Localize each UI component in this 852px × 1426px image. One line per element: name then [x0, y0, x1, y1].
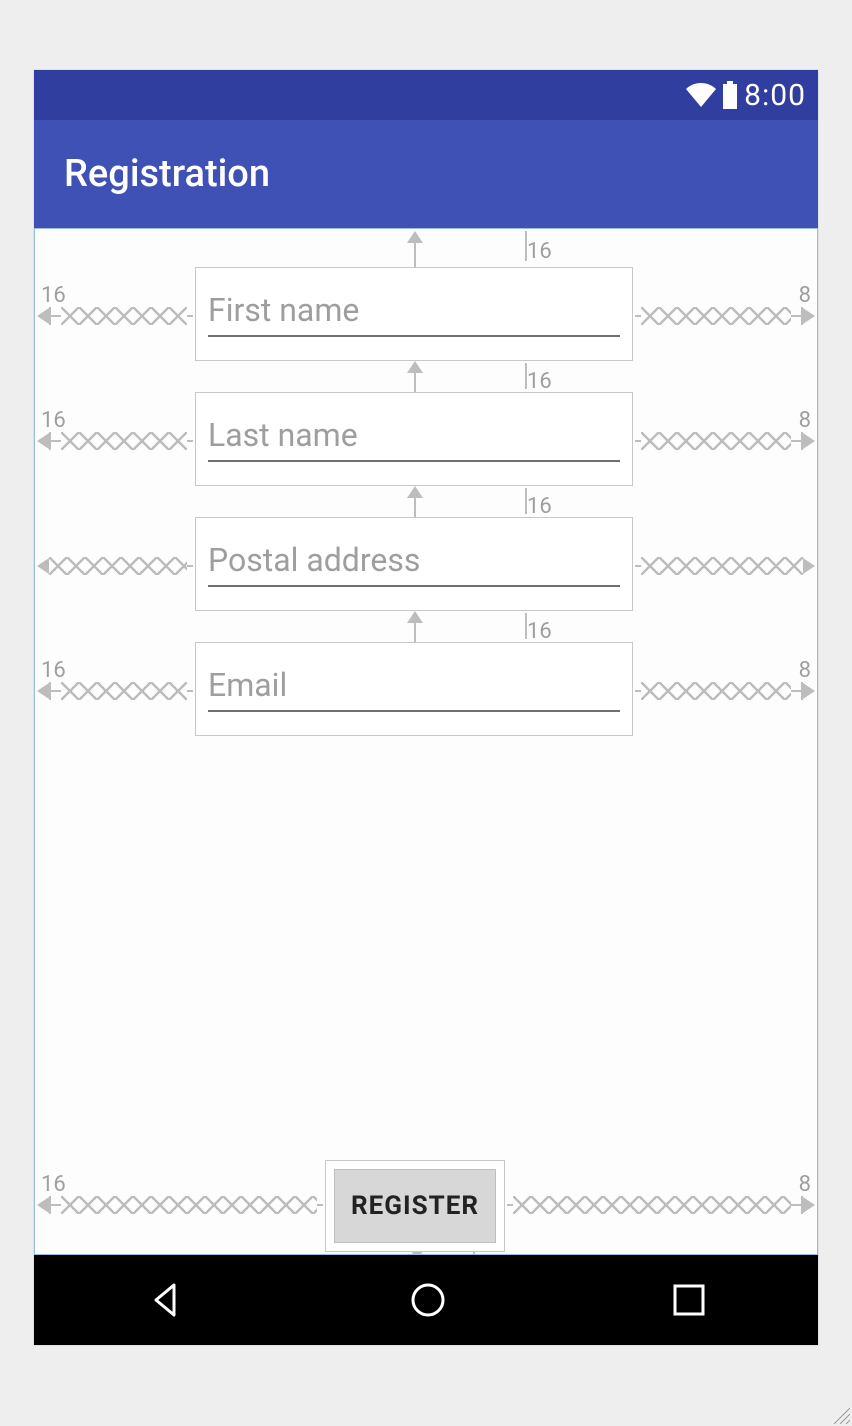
- first-name-placeholder: First name: [208, 291, 620, 337]
- constraint-spring-right: 8: [507, 1196, 815, 1214]
- first-name-field[interactable]: First name: [195, 267, 633, 361]
- constraint-tick: [525, 613, 527, 639]
- email-field[interactable]: Email: [195, 642, 633, 736]
- constraint-spring-left: 16: [37, 432, 193, 450]
- margin-value: 16: [527, 239, 552, 264]
- margin-value: 8: [799, 658, 811, 683]
- margin-value: 16: [41, 658, 66, 683]
- constraint-layout-canvas[interactable]: 16 16 16 16 16 8 16: [34, 228, 818, 1255]
- device-frame: 8:00 Registration 16 16 16 16 16: [34, 70, 818, 1345]
- margin-value: 16: [527, 619, 552, 644]
- constraint-margin-top-postal: 16: [407, 486, 423, 517]
- constraint-spring-right: 8: [635, 307, 815, 325]
- constraint-spring-right: 8: [635, 432, 815, 450]
- margin-value: 16: [527, 369, 552, 394]
- wifi-icon: [686, 83, 716, 107]
- register-button-label: REGISTER: [351, 1191, 479, 1221]
- postal-address-field[interactable]: Postal address: [195, 517, 633, 611]
- margin-value: 16: [527, 494, 552, 519]
- nav-home-icon[interactable]: [408, 1280, 448, 1320]
- nav-recent-icon[interactable]: [672, 1283, 706, 1317]
- constraint-spring-right: [635, 557, 815, 575]
- margin-value: 16: [41, 283, 66, 308]
- status-bar: 8:00: [34, 70, 818, 120]
- email-placeholder: Email: [208, 666, 620, 712]
- battery-icon: [722, 81, 738, 109]
- register-button-frame: REGISTER: [325, 1160, 505, 1252]
- register-button[interactable]: REGISTER: [334, 1169, 496, 1243]
- nav-back-icon[interactable]: [146, 1281, 184, 1319]
- app-title: Registration: [64, 152, 270, 196]
- postal-address-placeholder: Postal address: [208, 541, 620, 587]
- last-name-placeholder: Last name: [208, 416, 620, 462]
- constraint-spring-left: 16: [37, 1196, 323, 1214]
- status-clock: 8:00: [744, 78, 806, 113]
- constraint-spring-left: 16: [37, 682, 193, 700]
- constraint-tick: [525, 488, 527, 514]
- navigation-bar: [34, 1255, 818, 1345]
- constraint-tick: [525, 231, 527, 261]
- last-name-field[interactable]: Last name: [195, 392, 633, 486]
- constraint-margin-top-email: 16: [407, 611, 423, 642]
- constraint-spring-left: 16: [37, 307, 193, 325]
- constraint-spring-left: [37, 557, 193, 575]
- constraint-spring-right: 8: [635, 682, 815, 700]
- margin-value: 8: [799, 283, 811, 308]
- constraint-margin-top-last-name: 16: [407, 361, 423, 392]
- constraint-tick: [525, 363, 527, 389]
- margin-value: 8: [799, 1172, 811, 1197]
- constraint-margin-top-first-name: 16: [407, 231, 423, 267]
- resize-handle-icon[interactable]: [832, 1406, 850, 1424]
- app-bar: Registration: [34, 120, 818, 228]
- margin-value: 16: [41, 1172, 66, 1197]
- margin-value: 8: [799, 408, 811, 433]
- margin-value: 16: [41, 408, 66, 433]
